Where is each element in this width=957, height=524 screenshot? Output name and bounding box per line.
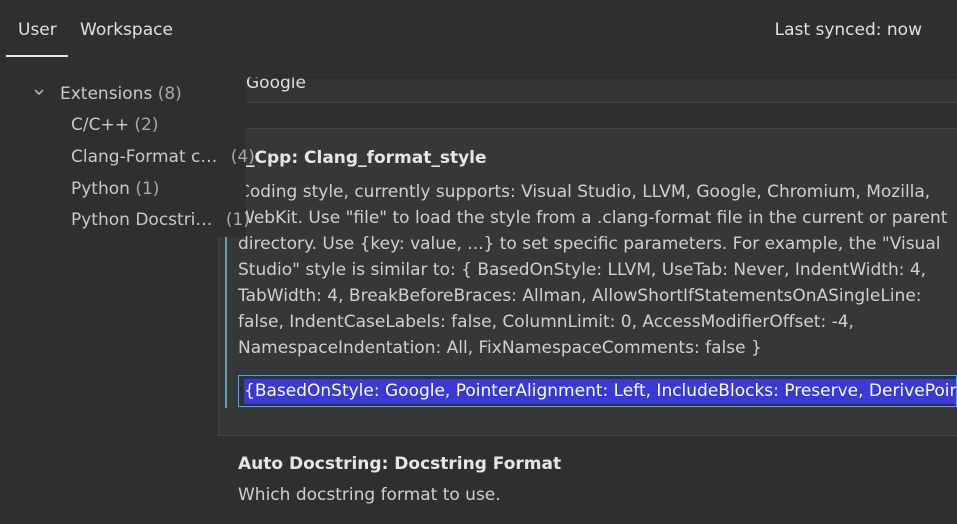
setting-description-line: Studio" style is similar to: { BasedOnSt… [238,260,927,280]
active-tab-indicator [6,55,68,57]
settings-toc: Extensions (8) C/C++ (2) Clang-Format c…… [0,77,255,237]
toc-item-count: (1) [225,210,250,230]
selected-input-text: {BasedOnStyle: Google, PointerAlignment:… [244,379,956,404]
setting-description: Coding style, currently supports: Visual… [238,179,950,361]
toc-item-label: Python Docstri… [71,210,213,230]
setting-description-line: false, IndentCaseLabels: false, ColumnLi… [238,312,854,332]
last-synced-status: Last synced: now [774,20,922,40]
toc-item-count: (2) [134,115,159,135]
setting-description-line: directory. Use {key: value, ...} to set … [238,234,941,254]
toc-item-cpp[interactable]: C/C++ (2) [71,115,158,135]
setting-description-line: Coding style, currently supports: Visual… [238,182,931,202]
chevron-down-icon[interactable] [34,87,44,97]
toc-item-count: (1) [135,179,160,199]
toc-group-extensions[interactable]: Extensions (8) [60,84,182,104]
setting-description-line: TabWidth: 4, BreakBeforeBraces: Allman, … [238,286,922,306]
toc-item-label: Clang-Format c… [71,147,218,167]
setting-description-line: NamespaceIndentation: All, FixNamespaceC… [238,338,762,358]
previous-setting-input[interactable] [232,77,957,103]
docstring-format-title: Auto Docstring: Docstring Format [238,454,562,474]
toc-item-count: (4) [230,147,255,167]
toc-item-clang-format[interactable]: Clang-Format c… (4) [71,147,255,167]
toc-item-label: C/C++ [71,115,129,135]
toc-item-label: Python [71,179,130,199]
tab-user[interactable]: User [18,20,57,40]
docstring-format-description: Which docstring format to use. [238,485,501,505]
toc-item-python-docstring[interactable]: Python Docstri… (1) [71,210,250,230]
toc-group-label: Extensions [60,84,153,104]
setting-title: _Cpp: Clang_format_style [246,148,487,168]
tab-workspace[interactable]: Workspace [80,20,173,40]
setting-description-line: WebKit. Use "file" to load the style fro… [238,208,948,228]
toc-group-count: (8) [157,84,182,104]
toc-item-python[interactable]: Python (1) [71,179,159,199]
settings-header: User Workspace Last synced: now [0,0,957,77]
clang-format-style-input[interactable]: {BasedOnStyle: Google, PointerAlignment:… [238,375,957,407]
